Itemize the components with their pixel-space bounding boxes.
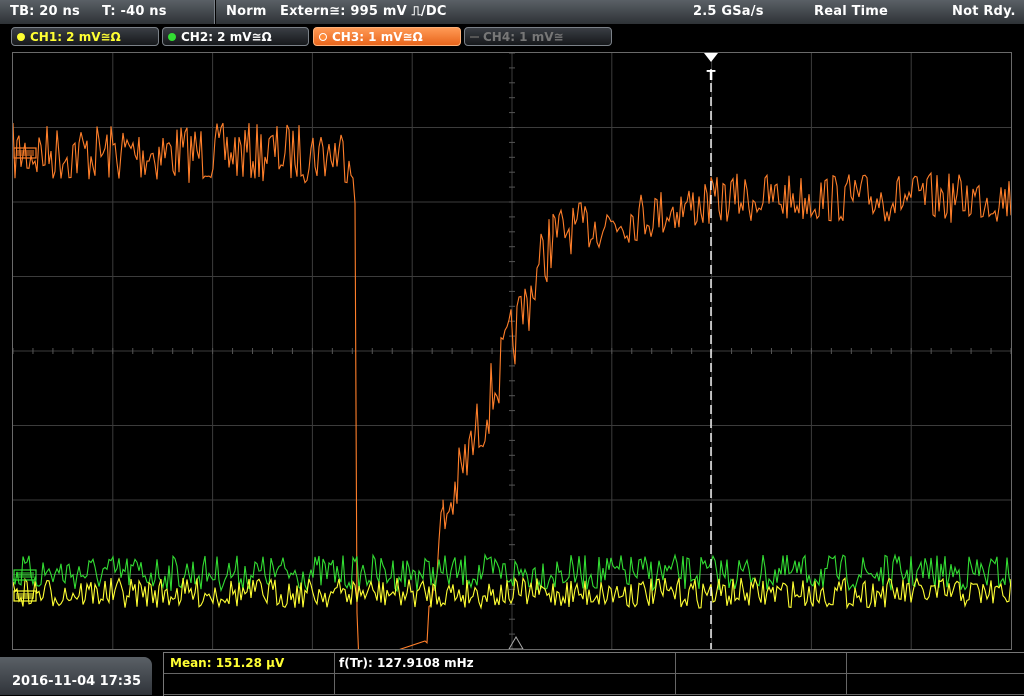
datetime-text: 2016-11-04 17:35: [12, 674, 142, 689]
trigger-panel[interactable]: Norm Extern≅: 995 mV ⎍/DC 2.5 GSa/s Real…: [216, 0, 1024, 24]
trigger-marker-icon[interactable]: T: [704, 53, 718, 84]
measurement-cell-empty-4[interactable]: [335, 674, 676, 695]
channel-tabs: CH1: 2 mV≅Ω CH2: 2 mV≅Ω CH3: 1 mV≅Ω CH4:…: [0, 26, 1024, 48]
measurement-cell-empty-6[interactable]: [847, 674, 1024, 695]
waveform-display[interactable]: T: [12, 52, 1012, 664]
trigger-mode: Norm: [226, 4, 267, 19]
ch3-indicator-icon: [319, 33, 327, 41]
datetime-box: 2016-11-04 17:35: [0, 657, 152, 695]
trigger-time-value: T: -40 ns: [102, 4, 167, 19]
ch3-label: CH3: 1 mV≅Ω: [332, 30, 423, 44]
frequency-measurement: f(Tr): 127.9108 mHz: [339, 656, 474, 670]
acquisition-mode: Real Time: [814, 4, 889, 19]
measurement-cell-frequency[interactable]: f(Tr): 127.9108 mHz: [335, 653, 676, 674]
channel-tab-ch1[interactable]: CH1: 2 mV≅Ω: [11, 27, 159, 46]
ch1-indicator-icon: [17, 33, 25, 41]
ch2-label: CH2: 2 mV≅Ω: [181, 30, 272, 44]
trigger-marker-label: T: [707, 69, 716, 84]
sample-rate: 2.5 GSa/s: [693, 4, 764, 19]
mean-measurement: Mean: 151.28 µV: [170, 656, 285, 670]
waveform-svg: T: [12, 52, 1012, 664]
ch1-label: CH1: 2 mV≅Ω: [30, 30, 121, 44]
trigger-source: Extern≅: 995 mV ⎍/DC: [280, 4, 447, 19]
measurement-cell-empty-5[interactable]: [676, 674, 847, 695]
status-bar: TB: 20 ns T: -40 ns Norm Extern≅: 995 mV…: [0, 0, 1024, 25]
measurement-cell-empty-3[interactable]: [164, 674, 335, 695]
measurement-panel[interactable]: Mean: 151.28 µV f(Tr): 127.9108 mHz: [163, 652, 1024, 696]
channel-tab-ch2[interactable]: CH2: 2 mV≅Ω: [162, 27, 309, 46]
timebase-panel[interactable]: TB: 20 ns T: -40 ns: [0, 0, 215, 24]
channel-tab-ch3[interactable]: CH3: 1 mV≅Ω: [313, 27, 461, 46]
measurement-cell-mean[interactable]: Mean: 151.28 µV: [164, 653, 335, 674]
ch2-indicator-icon: [168, 33, 176, 41]
measurement-cell-empty-1[interactable]: [676, 653, 847, 674]
acquisition-status: Not Rdy.: [952, 4, 1016, 19]
measurement-cell-empty-2[interactable]: [847, 653, 1024, 674]
horizontal-position-icon: [508, 636, 524, 650]
ch4-label: CH4: 1 mV≅: [483, 30, 564, 44]
channel-tab-ch4[interactable]: CH4: 1 mV≅: [464, 27, 612, 46]
timebase-value: TB: 20 ns: [10, 4, 80, 19]
ch4-indicator-icon: [470, 36, 479, 38]
